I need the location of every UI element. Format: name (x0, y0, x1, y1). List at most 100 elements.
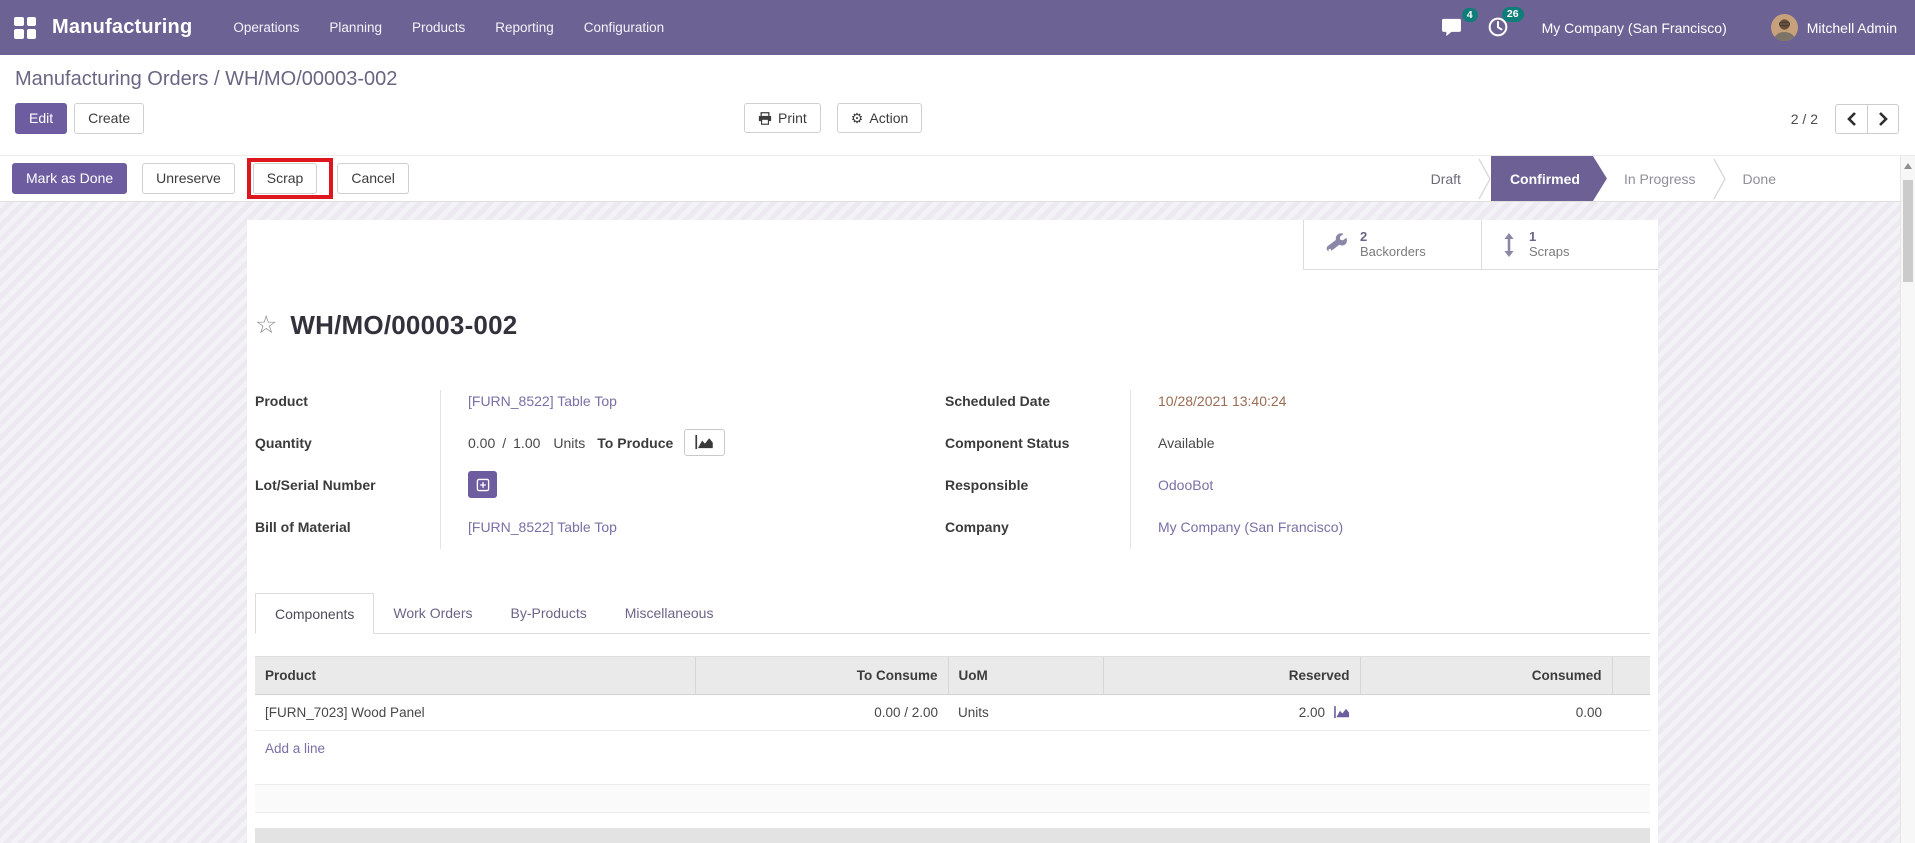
vertical-scrollbar[interactable] (1900, 156, 1915, 843)
area-chart-icon (695, 435, 714, 450)
print-button[interactable]: Print (744, 103, 821, 134)
plus-square-icon (476, 478, 489, 491)
stage-chevron-icon (1712, 156, 1726, 201)
scrap-button[interactable]: Scrap (252, 163, 318, 194)
add-a-line-link[interactable]: Add a line (255, 731, 1650, 765)
record-title: WH/MO/00003-002 (290, 310, 518, 340)
user-name: Mitchell Admin (1806, 19, 1897, 36)
tab-by-products[interactable]: By-Products (491, 593, 605, 634)
components-table: Product To Consume UoM Reserved Consumed… (255, 656, 1650, 731)
scrollbar-up-arrow[interactable] (1904, 163, 1912, 169)
control-panel: Manufacturing Orders / WH/MO/00003-002 E… (0, 55, 1915, 155)
component-status-label: Component Status (945, 434, 1070, 451)
menu-operations[interactable]: Operations (218, 0, 314, 55)
row-reserved: 2.00 (1103, 694, 1360, 731)
activities-icon[interactable]: 26 (1488, 7, 1524, 42)
row-uom: Units (948, 694, 1103, 731)
user-menu[interactable]: Mitchell Admin (1770, 14, 1897, 41)
scraps-count: 1 (1529, 228, 1537, 244)
backorders-smart-button[interactable]: 2 Backorders (1304, 220, 1481, 269)
unreserve-button[interactable]: Unreserve (142, 163, 235, 194)
apps-grid-icon[interactable] (14, 16, 36, 39)
col-header-product[interactable]: Product (255, 656, 695, 695)
gear-icon: ⚙ (850, 110, 864, 126)
row-consumed: 0.00 (1360, 694, 1612, 731)
company-switcher[interactable]: My Company (San Francisco) (1542, 20, 1727, 36)
menu-configuration[interactable]: Configuration (569, 0, 679, 55)
top-navbar: Manufacturing Operations Planning Produc… (0, 0, 1915, 55)
col-header-extra (1611, 656, 1650, 695)
component-row[interactable]: [FURN_7023] Wood Panel 0.00 / 2.00 Units… (255, 694, 1650, 731)
notebook-tabs: Components Work Orders By-Products Misce… (255, 593, 1650, 634)
tab-miscellaneous[interactable]: Miscellaneous (606, 593, 733, 634)
col-header-uom[interactable]: UoM (947, 656, 1103, 695)
pager-counter: 2 / 2 (1790, 110, 1818, 127)
quantity-label: Quantity (255, 434, 312, 451)
company-value-link[interactable]: My Company (San Francisco) (1158, 519, 1343, 535)
breadcrumb-current: WH/MO/00003-002 (225, 68, 398, 90)
stage-done[interactable]: Done (1726, 156, 1793, 201)
scraps-smart-button[interactable]: 1 Scraps (1481, 220, 1658, 269)
form-sheet: 2 Backorders 1 Scraps ☆ WH/MO/00003-002 … (247, 220, 1658, 843)
col-header-consumed[interactable]: Consumed (1359, 656, 1612, 695)
scrollbar-thumb[interactable] (1903, 180, 1913, 282)
user-avatar (1770, 14, 1798, 41)
horizontal-scrollbar[interactable] (255, 828, 1650, 843)
scheduled-date-label: Scheduled Date (945, 392, 1051, 409)
quantity-value: 0.00/1.00 Units To Produce (440, 429, 726, 456)
form-statusbar: Mark as Done Unreserve Scrap Cancel Draf… (0, 155, 1915, 202)
notebook: Components Work Orders By-Products Misce… (247, 593, 1658, 843)
status-stages: Draft Confirmed In Progress Done (1414, 156, 1793, 201)
fields-right-column: Scheduled Date 10/28/2021 13:40:24 Compo… (945, 387, 1595, 555)
edit-button[interactable]: Edit (15, 103, 68, 134)
lot-serial-label: Lot/Serial Number (255, 476, 376, 493)
bom-label: Bill of Material (255, 518, 351, 535)
forecast-chart-button[interactable] (684, 429, 726, 456)
product-value-link[interactable]: [FURN_8522] Table Top (468, 393, 617, 409)
breadcrumb-separator: / (208, 68, 226, 90)
chevron-left-icon (1846, 111, 1856, 126)
row-to-consume: 0.00 / 2.00 (695, 694, 948, 731)
tab-work-orders[interactable]: Work Orders (374, 593, 491, 634)
wrench-icon (1326, 233, 1347, 252)
empty-list-band (255, 784, 1650, 813)
add-lot-button[interactable] (468, 471, 497, 498)
chevron-right-icon (1879, 111, 1888, 126)
pager-next-button[interactable] (1867, 103, 1899, 134)
messages-badge: 4 (1461, 7, 1478, 22)
field-separator-line (1130, 390, 1131, 549)
activities-badge: 26 (1501, 7, 1524, 22)
form-view-background: 2 Backorders 1 Scraps ☆ WH/MO/00003-002 … (0, 202, 1915, 843)
tab-components[interactable]: Components (255, 593, 375, 634)
messages-icon[interactable]: 4 (1441, 7, 1478, 42)
create-button[interactable]: Create (74, 103, 145, 134)
stage-confirmed[interactable]: Confirmed (1491, 156, 1607, 201)
scheduled-date-value: 10/28/2021 13:40:24 (1158, 392, 1287, 409)
favorite-star-icon[interactable]: ☆ (255, 313, 277, 338)
chat-bubble-icon (1441, 18, 1461, 36)
menu-products[interactable]: Products (397, 0, 480, 55)
col-header-to-consume[interactable]: To Consume (694, 656, 948, 695)
row-product: [FURN_7023] Wood Panel (255, 694, 695, 731)
menu-planning[interactable]: Planning (314, 0, 397, 55)
mark-as-done-button[interactable]: Mark as Done (12, 163, 128, 194)
backorders-count: 2 (1360, 228, 1368, 244)
breadcrumb: Manufacturing Orders / WH/MO/00003-002 (15, 68, 1899, 91)
app-title[interactable]: Manufacturing (52, 16, 192, 39)
responsible-value-link[interactable]: OdooBot (1158, 477, 1213, 493)
field-separator-line (440, 390, 441, 549)
forecast-chart-icon[interactable] (1334, 706, 1350, 719)
scraps-label: Scraps (1529, 243, 1570, 259)
cancel-button[interactable]: Cancel (337, 163, 409, 194)
bom-value-link[interactable]: [FURN_8522] Table Top (468, 519, 617, 535)
product-label: Product (255, 392, 308, 409)
responsible-label: Responsible (945, 476, 1029, 493)
stage-draft[interactable]: Draft (1414, 156, 1478, 201)
stage-in-progress[interactable]: In Progress (1607, 156, 1713, 201)
menu-reporting[interactable]: Reporting (480, 0, 569, 55)
action-button[interactable]: ⚙ Action (836, 103, 923, 134)
col-header-reserved[interactable]: Reserved (1102, 656, 1360, 695)
company-label: Company (945, 518, 1009, 535)
pager-previous-button[interactable] (1835, 103, 1867, 134)
breadcrumb-parent[interactable]: Manufacturing Orders (15, 68, 208, 90)
